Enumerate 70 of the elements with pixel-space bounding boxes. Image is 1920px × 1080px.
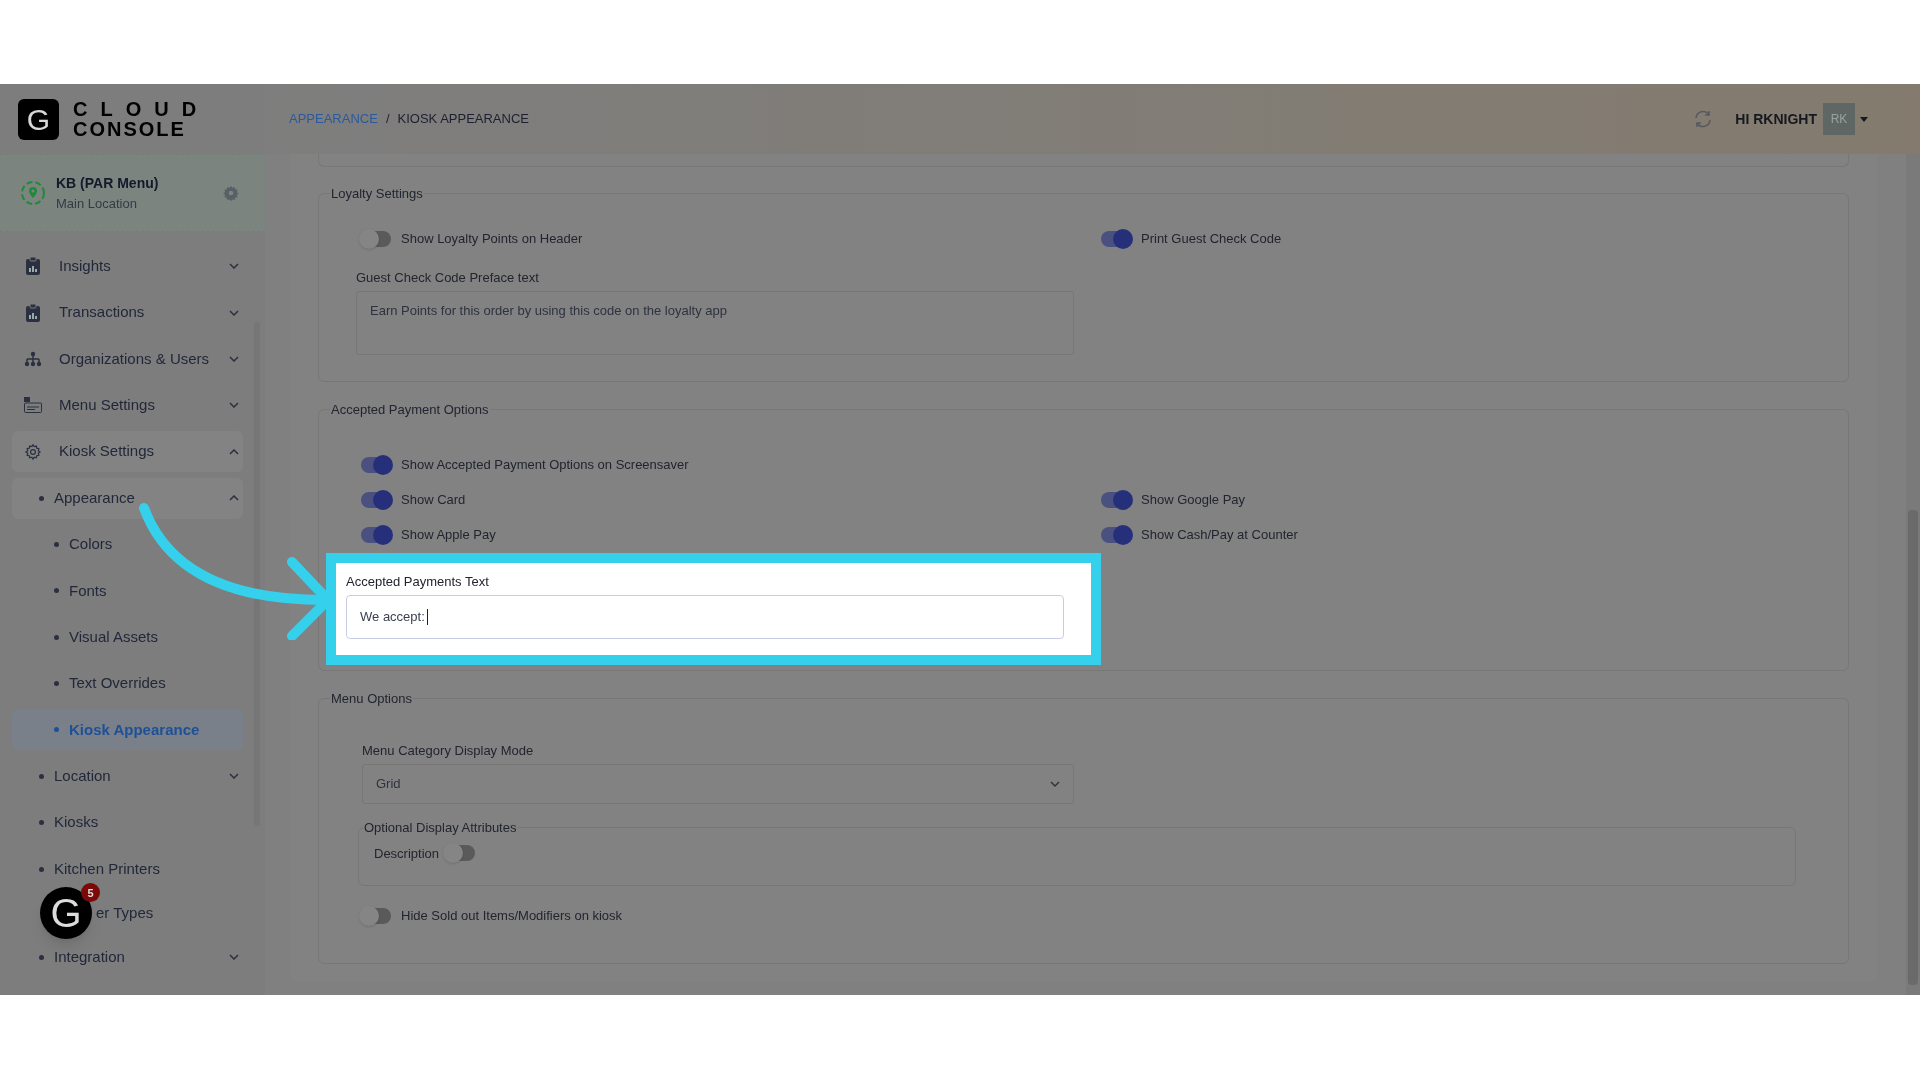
field-label: Show Accepted Payment Options on Screensaver xyxy=(401,456,689,475)
breadcrumb-current: KIOSK APPEARANCE xyxy=(397,110,529,129)
refresh-icon[interactable] xyxy=(1693,110,1714,128)
toggle-switch[interactable] xyxy=(361,231,391,247)
toggle-switch[interactable] xyxy=(361,527,391,543)
text-area[interactable]: Earn Points for this order by using this code on the loyalty app xyxy=(356,291,1074,355)
menu-card-icon xyxy=(24,397,42,414)
chevron-down-icon xyxy=(229,954,239,961)
field-label: Show Google Pay xyxy=(1141,491,1246,510)
nav-item[interactable]: Kiosk Settings xyxy=(12,431,243,473)
field-label: Show Cash/Pay at Counter xyxy=(1141,526,1298,545)
chevron-down-icon xyxy=(229,773,239,780)
chevron-down-icon xyxy=(1050,781,1060,787)
dropdown[interactable]: Grid xyxy=(362,764,1074,804)
location-name[interactable]: KB (PAR Menu) xyxy=(56,172,159,194)
nav-item[interactable]: Text Overrides xyxy=(12,663,243,705)
nav-item[interactable]: Transactions xyxy=(12,292,243,334)
field-label: Guest Check Code Preface text xyxy=(356,268,540,287)
field-label: Print Guest Check Code xyxy=(1141,230,1282,249)
clipboard-icon xyxy=(25,303,41,322)
chevron-down-icon xyxy=(229,263,239,270)
location-pin-icon xyxy=(20,180,46,206)
toggle-switch[interactable] xyxy=(445,845,476,862)
field-label: Description xyxy=(374,844,440,863)
toggle-switch[interactable] xyxy=(1101,231,1131,247)
logo-text: CLOUD xyxy=(73,99,210,119)
field-label: Hide Sold out Items/Modifiers on kiosk xyxy=(401,906,623,925)
nav-item[interactable]: Insights xyxy=(12,245,243,287)
section-title: Menu Options xyxy=(330,690,413,708)
nav-item[interactable]: Visual Assets xyxy=(12,616,243,658)
settings-icon[interactable] xyxy=(223,185,239,201)
field-label: Show Card xyxy=(401,491,466,510)
chevron-down-icon xyxy=(229,402,239,409)
nav-item[interactable]: Kiosks xyxy=(12,802,243,844)
chevron-down-icon xyxy=(229,355,239,362)
nav-item[interactable]: Location xyxy=(12,755,243,797)
settings-icon xyxy=(24,442,42,461)
toggle-switch[interactable] xyxy=(361,457,391,473)
chevron-down-icon xyxy=(229,309,239,316)
toggle-switch[interactable] xyxy=(361,907,391,924)
toggle-switch[interactable] xyxy=(361,492,391,508)
logo-mark: G xyxy=(18,98,59,140)
hierarchy-icon xyxy=(24,350,42,367)
field-label: Accepted Payments Text xyxy=(346,572,490,591)
nav-item[interactable]: Organizations & Users xyxy=(12,338,243,380)
nav-item[interactable]: Menu Settings xyxy=(12,384,243,426)
section-title: Optional Display Attributes xyxy=(363,819,518,837)
scrollbar[interactable] xyxy=(1906,154,1920,995)
caret-icon[interactable] xyxy=(1860,116,1868,122)
nav-item[interactable]: Appearance xyxy=(12,477,243,519)
location-subtitle: Main Location xyxy=(56,194,138,213)
field-label: Menu Category Display Mode xyxy=(362,741,535,760)
nav-item[interactable]: Kiosk Appearance xyxy=(12,709,243,751)
toggle-switch[interactable] xyxy=(1101,492,1131,508)
avatar[interactable]: RK xyxy=(1823,103,1855,135)
section-title: Loyalty Settings xyxy=(330,185,424,203)
field-label: Show Apple Pay xyxy=(401,526,496,545)
chevron-up-icon xyxy=(229,495,239,502)
field-label: Show Loyalty Points on Header xyxy=(401,230,583,249)
chevron-up-icon xyxy=(229,448,239,455)
notification-badge: 5 xyxy=(81,883,100,903)
clipboard-icon xyxy=(25,257,41,276)
input-field[interactable]: We accept: xyxy=(346,595,1064,639)
nav-item[interactable]: Colors xyxy=(12,523,243,565)
breadcrumb-separator: / xyxy=(385,110,390,129)
user-greeting[interactable]: HI RKNIGHT xyxy=(1735,108,1817,130)
section-title: Accepted Payment Options xyxy=(330,401,490,419)
nav-item[interactable]: Fonts xyxy=(12,570,243,612)
toggle-switch[interactable] xyxy=(1101,527,1131,543)
logo-text: CONSOLE xyxy=(73,119,187,139)
